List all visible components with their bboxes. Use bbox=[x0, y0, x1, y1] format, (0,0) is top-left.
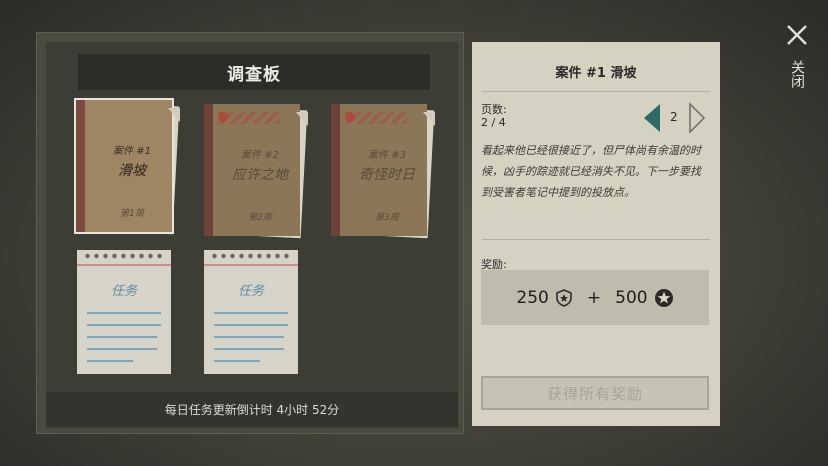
note-line bbox=[214, 348, 284, 350]
claim-all-rewards-button[interactable]: 获得所有奖励 bbox=[481, 376, 709, 410]
divider bbox=[482, 239, 710, 240]
note-line bbox=[214, 324, 288, 326]
reward-amount-1: 250 bbox=[516, 287, 549, 308]
note-line bbox=[214, 360, 260, 362]
page-fold-icon bbox=[168, 108, 180, 122]
note-line bbox=[87, 312, 161, 314]
reward-box: 250 + 500 bbox=[481, 270, 709, 325]
notepad-rings bbox=[83, 252, 165, 260]
note-line bbox=[87, 324, 161, 326]
case-card-2[interactable]: 案件 #2 应许之地 第2周 bbox=[204, 104, 308, 239]
task-label: 任务 bbox=[237, 284, 264, 299]
case-card-3[interactable]: 案件 #3 奇怪时日 第3周 bbox=[331, 104, 435, 239]
daily-task-countdown: 每日任务更新倒计时 4小时 52分 bbox=[46, 392, 458, 426]
close-icon[interactable] bbox=[786, 24, 808, 46]
reward-amount-2: 500 bbox=[615, 287, 648, 308]
notepad-margin-line bbox=[77, 264, 171, 266]
shield-badge-icon bbox=[556, 288, 572, 307]
case-card-1[interactable]: 案件 #1 滑坡 第1周 bbox=[76, 100, 180, 235]
notepad-rings bbox=[210, 252, 292, 260]
stamp-icon bbox=[218, 112, 228, 122]
case-detail-panel bbox=[472, 42, 720, 426]
pages-indicator: 页数: 2 / 4 bbox=[481, 103, 507, 129]
page-fold-icon bbox=[296, 112, 308, 126]
note-line bbox=[214, 312, 288, 314]
page-fold-icon bbox=[423, 112, 435, 126]
case-name: 应许之地 bbox=[232, 167, 288, 183]
case-spine bbox=[204, 104, 213, 236]
notepad-margin-line bbox=[204, 264, 298, 266]
pages-value: 2 / 4 bbox=[481, 116, 506, 129]
previous-page-icon[interactable] bbox=[644, 104, 660, 132]
task-card-1[interactable]: 任务 bbox=[77, 250, 171, 374]
note-line bbox=[87, 348, 157, 350]
case-number: 案件 #3 bbox=[368, 150, 406, 161]
case-week: 第3周 bbox=[375, 213, 399, 223]
case-week: 第2周 bbox=[248, 213, 272, 223]
stamp-icon bbox=[345, 112, 355, 122]
reward-plus: + bbox=[586, 287, 602, 308]
divider bbox=[482, 91, 710, 92]
case-name: 奇怪时日 bbox=[359, 167, 415, 183]
case-spine bbox=[331, 104, 340, 236]
case-detail-title: 案件 #1 滑坡 bbox=[555, 66, 637, 81]
pages-label: 页数: bbox=[481, 103, 507, 116]
case-number: 案件 #1 bbox=[113, 146, 151, 157]
case-week: 第1周 bbox=[120, 209, 144, 219]
star-badge-icon bbox=[654, 288, 673, 307]
case-number: 案件 #2 bbox=[241, 150, 279, 161]
board-title: 调查板 bbox=[78, 54, 430, 90]
task-card-2[interactable]: 任务 bbox=[204, 250, 298, 374]
close-button-label[interactable]: 关闭 bbox=[788, 60, 806, 88]
current-page-number: 2 bbox=[670, 110, 678, 124]
note-line bbox=[87, 336, 157, 338]
case-name: 滑坡 bbox=[118, 163, 146, 179]
case-description: 看起来他已经很接近了，但尸体尚有余温的时候，凶手的踪迹就已经消失不见。下一步要找… bbox=[481, 144, 701, 199]
note-line bbox=[87, 360, 133, 362]
next-page-icon[interactable] bbox=[688, 102, 706, 134]
task-label: 任务 bbox=[110, 284, 137, 299]
note-line bbox=[214, 336, 284, 338]
case-spine bbox=[76, 100, 85, 232]
